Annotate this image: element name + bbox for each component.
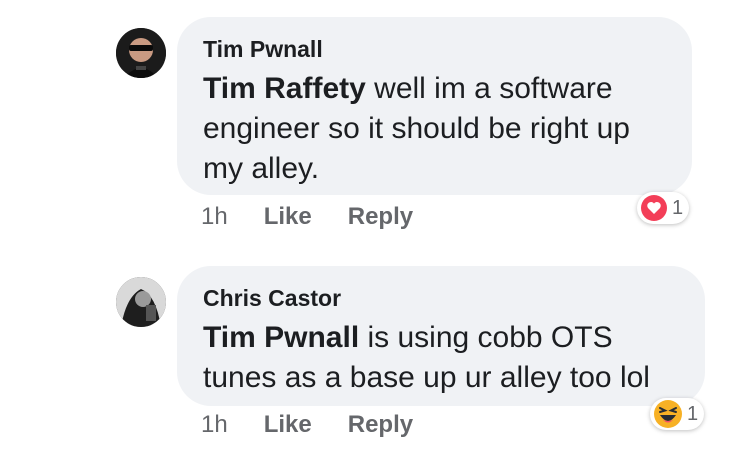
reaction-count: 1 [687,402,699,425]
comment-bubble: Chris Castor Tim Pwnall is using cobb OT… [177,266,705,406]
reply-button[interactable]: Reply [348,411,413,439]
comment-text: Tim Raffety well im a software engineer … [203,69,666,189]
comment-author[interactable]: Tim Pwnall [203,35,666,63]
mention-link[interactable]: Tim Pwnall [203,321,359,354]
heart-icon [641,195,667,221]
comment-text: Tim Pwnall is using cobb OTS tunes as a … [203,318,679,398]
haha-emoji-icon [654,400,682,428]
like-button[interactable]: Like [264,411,312,439]
avatar[interactable] [116,277,166,327]
avatar[interactable] [116,28,166,78]
reaction-badge[interactable]: 1 [650,398,705,430]
comment-actions: 1h Like Reply [201,411,449,439]
comment-timestamp[interactable]: 1h [201,203,228,231]
reaction-badge[interactable]: 1 [637,192,690,224]
comment-author[interactable]: Chris Castor [203,284,679,312]
reaction-count: 1 [672,196,684,219]
avatar-image-icon [116,28,166,78]
mention-link[interactable]: Tim Raffety [203,72,366,105]
reply-button[interactable]: Reply [348,203,413,231]
like-button[interactable]: Like [264,203,312,231]
comment-bubble: Tim Pwnall Tim Raffety well im a softwar… [177,17,692,195]
comment-timestamp[interactable]: 1h [201,411,228,439]
avatar-image-icon [116,277,166,327]
comment-thread: Tim Pwnall Tim Raffety well im a softwar… [0,0,750,460]
comment-actions: 1h Like Reply [201,203,449,231]
